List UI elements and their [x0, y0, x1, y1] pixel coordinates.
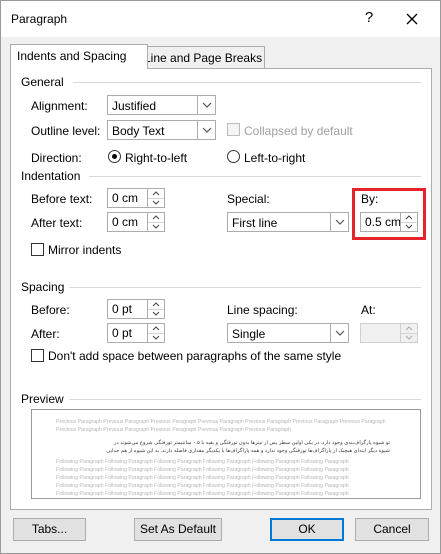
spacing-after-spinner[interactable] [107, 323, 165, 343]
right-to-left-label: Right-to-left [125, 151, 188, 165]
spacing-before-spinner[interactable] [107, 299, 165, 319]
dont-add-space-checkbox[interactable] [31, 349, 44, 362]
by-input[interactable] [361, 213, 404, 231]
collapsed-by-default-checkbox[interactable] [227, 123, 240, 136]
title-bar: Paragraph ? [1, 1, 440, 37]
preview-prev-line: Previous Paragraph Previous Paragraph Pr… [56, 427, 292, 433]
outline-level-value: Body Text [112, 124, 165, 138]
spacing-heading: Spacing [21, 280, 65, 294]
tabs-button[interactable]: Tabs... [13, 518, 86, 541]
special-label: Special: [227, 192, 270, 206]
preview-prev-line: Previous Paragraph Previous Paragraph Pr… [56, 419, 386, 425]
spin-down-icon[interactable] [148, 222, 164, 231]
collapsed-by-default-label: Collapsed by default [244, 124, 353, 138]
close-icon [406, 13, 418, 25]
ok-button[interactable]: OK [270, 518, 344, 541]
tab-line-page-breaks[interactable]: Line and Page Breaks [137, 46, 265, 69]
chevron-down-icon [197, 121, 215, 139]
chevron-down-icon [330, 324, 348, 342]
spinner-buttons [147, 300, 164, 318]
after-text-input[interactable] [108, 213, 151, 231]
set-as-default-button[interactable]: Set As Default [134, 518, 222, 541]
indentation-divider [89, 176, 421, 177]
paragraph-dialog: Paragraph ? Indents and Spacing Line and… [0, 0, 441, 554]
spacing-after-label: After: [31, 327, 60, 341]
preview-next-line: Following Paragraph Following Paragraph … [56, 491, 349, 497]
after-text-label: After text: [31, 216, 83, 230]
preview-next-line: Following Paragraph Following Paragraph … [56, 483, 349, 489]
at-spinner[interactable] [360, 323, 418, 343]
outline-level-dropdown[interactable]: Body Text [107, 120, 216, 140]
spacing-after-input[interactable] [108, 324, 151, 342]
dialog-title: Paragraph [11, 12, 68, 26]
line-spacing-dropdown[interactable]: Single [227, 323, 349, 343]
at-input[interactable] [361, 324, 404, 342]
by-label: By: [361, 192, 379, 206]
tab-indents-spacing-label: Indents and Spacing [17, 49, 127, 63]
after-text-spinner[interactable] [107, 212, 165, 232]
spacing-before-label: Before: [31, 303, 70, 317]
outline-level-label: Outline level: [31, 124, 101, 138]
line-spacing-label: Line spacing: [227, 303, 298, 317]
special-value: First line [232, 216, 278, 230]
left-to-right-label: Left-to-right [244, 151, 306, 165]
preview-sample-line: تو شیوه پارگراف‌بندی وجود دارد. در یکی ا… [113, 440, 390, 446]
alignment-label: Alignment: [31, 99, 88, 113]
preview-divider [69, 399, 421, 400]
spin-down-icon[interactable] [148, 333, 164, 342]
general-heading: General [21, 75, 64, 89]
chevron-down-icon [197, 96, 215, 114]
general-divider [73, 82, 421, 83]
spin-down-icon[interactable] [148, 309, 164, 318]
preview-heading: Preview [21, 392, 64, 406]
spacing-before-input[interactable] [108, 300, 151, 318]
preview-next-line: Following Paragraph Following Paragraph … [56, 475, 349, 481]
mirror-indents-label: Mirror indents [48, 243, 122, 257]
left-to-right-radio[interactable] [227, 150, 240, 163]
tab-line-page-breaks-label: Line and Page Breaks [144, 51, 263, 65]
right-to-left-radio[interactable] [108, 150, 121, 163]
mirror-indents-checkbox[interactable] [31, 243, 44, 256]
spinner-buttons [147, 213, 164, 231]
direction-label: Direction: [31, 151, 82, 165]
chevron-down-icon [330, 213, 348, 231]
spinner-buttons [400, 213, 417, 231]
special-dropdown[interactable]: First line [227, 212, 349, 232]
spin-down-icon[interactable] [401, 333, 417, 342]
line-spacing-value: Single [232, 327, 266, 341]
indentation-heading: Indentation [21, 169, 81, 183]
at-label: At: [361, 303, 376, 317]
preview-sample-line: شیوه دیگر ابتدای هیچیک از پاراگراف‌ها تو… [106, 448, 390, 454]
by-spinner[interactable] [360, 212, 418, 232]
cancel-button[interactable]: Cancel [355, 518, 429, 541]
spin-down-icon[interactable] [401, 222, 417, 231]
before-text-input[interactable] [108, 189, 151, 207]
help-button[interactable]: ? [359, 9, 379, 26]
alignment-value: Justified [112, 99, 157, 113]
spacing-divider [69, 287, 421, 288]
preview-next-line: Following Paragraph Following Paragraph … [56, 467, 349, 473]
alignment-dropdown[interactable]: Justified [107, 95, 216, 115]
before-text-spinner[interactable] [107, 188, 165, 208]
spinner-buttons [147, 189, 164, 207]
tab-indents-spacing[interactable]: Indents and Spacing [10, 44, 148, 69]
before-text-label: Before text: [31, 192, 93, 206]
spinner-buttons [400, 324, 417, 342]
preview-next-line: Following Paragraph Following Paragraph … [56, 459, 349, 465]
close-button[interactable] [398, 7, 426, 31]
preview-pane: Previous Paragraph Previous Paragraph Pr… [31, 409, 421, 499]
dont-add-space-label: Don't add space between paragraphs of th… [48, 349, 342, 363]
spinner-buttons [147, 324, 164, 342]
spin-down-icon[interactable] [148, 198, 164, 207]
